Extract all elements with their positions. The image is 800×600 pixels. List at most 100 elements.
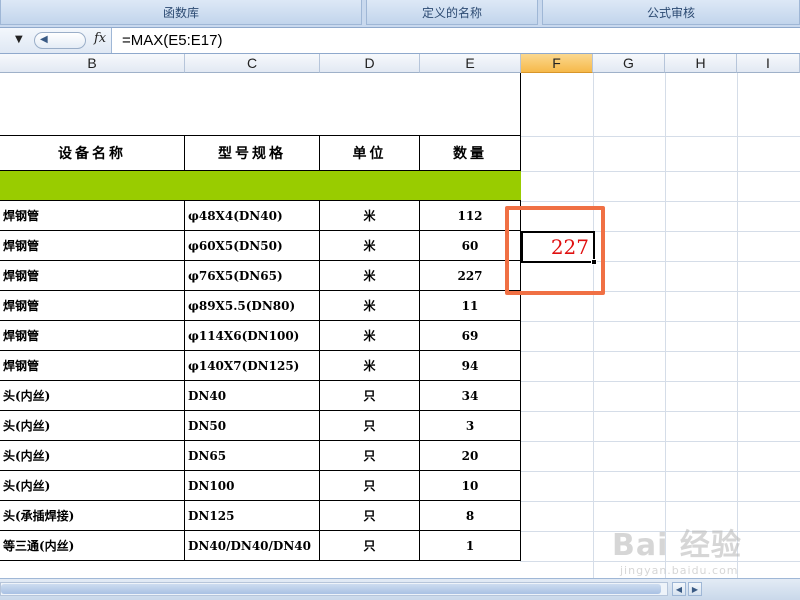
- cell-model-spec[interactable]: DN65: [185, 441, 320, 470]
- highlight-box: [505, 206, 605, 295]
- cell-equipment-name[interactable]: 焊钢管: [0, 201, 185, 230]
- cell-model-spec[interactable]: DN125: [185, 501, 320, 530]
- cell-model-spec[interactable]: DN40/DN40/DN40: [185, 531, 320, 560]
- cell-quantity[interactable]: 20: [420, 441, 521, 470]
- cell-quantity[interactable]: 11: [420, 291, 521, 320]
- gridline: [520, 321, 800, 322]
- table-row: 焊钢管 φ140X7(DN125) 米 94: [0, 351, 521, 381]
- table-row: 等三通(内丝) DN40/DN40/DN40 只 1: [0, 531, 521, 561]
- cell-quantity[interactable]: 10: [420, 471, 521, 500]
- gridline: [520, 471, 800, 472]
- cell-quantity[interactable]: 94: [420, 351, 521, 380]
- table-row: 头(内丝) DN100 只 10: [0, 471, 521, 501]
- gridline: [520, 441, 800, 442]
- cell-model-spec[interactable]: φ114X6(DN100): [185, 321, 320, 350]
- cell-quantity[interactable]: 1: [420, 531, 521, 560]
- cell-unit[interactable]: 只: [320, 381, 420, 410]
- column-header-c[interactable]: C: [185, 54, 320, 73]
- insert-function-icon[interactable]: fx: [94, 31, 106, 46]
- name-box-dropdown-icon[interactable]: ▼: [15, 34, 23, 45]
- table-row: 头(内丝) DN65 只 20: [0, 441, 521, 471]
- cell-equipment-name[interactable]: 头(内丝): [0, 381, 185, 410]
- table-row: 焊钢管 φ89X5.5(DN80) 米 11: [0, 291, 521, 321]
- gridline: [737, 73, 738, 578]
- header-model-spec[interactable]: 型号规格: [185, 136, 320, 170]
- column-header-h[interactable]: H: [665, 54, 737, 73]
- cell-quantity[interactable]: 8: [420, 501, 521, 530]
- cell-equipment-name[interactable]: 焊钢管: [0, 351, 185, 380]
- cell-quantity[interactable]: 34: [420, 381, 521, 410]
- cell-unit[interactable]: 只: [320, 471, 420, 500]
- cell-equipment-name[interactable]: 焊钢管: [0, 261, 185, 290]
- cell-model-spec[interactable]: φ140X7(DN125): [185, 351, 320, 380]
- scroll-left-icon[interactable]: ◀: [672, 582, 686, 596]
- ribbon-group-formula-auditing[interactable]: 公式审核: [542, 0, 800, 25]
- cell-unit[interactable]: 只: [320, 411, 420, 440]
- cell-equipment-name[interactable]: 焊钢管: [0, 231, 185, 260]
- ribbon-group-defined-names[interactable]: 定义的名称: [366, 0, 538, 25]
- table-row: 焊钢管 φ114X6(DN100) 米 69: [0, 321, 521, 351]
- column-header-b[interactable]: B: [0, 54, 185, 73]
- worksheet-grid[interactable]: 设备名称 型号规格 单位 数量 焊钢管 φ48X4(DN40) 米 112 焊钢管 φ60…: [0, 73, 800, 578]
- cell-equipment-name[interactable]: 焊钢管: [0, 321, 185, 350]
- formula-expand-button[interactable]: ◀: [34, 32, 86, 49]
- gridline: [520, 411, 800, 412]
- table-row: 头(内丝) DN40 只 34: [0, 381, 521, 411]
- table-row: 焊钢管 φ48X4(DN40) 米 112: [0, 201, 521, 231]
- table-header-row: 设备名称 型号规格 单位 数量: [0, 136, 521, 171]
- watermark-logo: Bai 经验: [612, 528, 742, 563]
- expand-icon: ◀: [40, 34, 48, 45]
- formula-input[interactable]: =MAX(E5:E17): [122, 32, 222, 49]
- column-header-g[interactable]: G: [593, 54, 665, 73]
- cell-unit[interactable]: 只: [320, 531, 420, 560]
- cell-model-spec[interactable]: φ48X4(DN40): [185, 201, 320, 230]
- ribbon: 函数库 定义的名称 公式审核: [0, 0, 800, 27]
- cell-model-spec[interactable]: DN40: [185, 381, 320, 410]
- cell-equipment-name[interactable]: 头(内丝): [0, 411, 185, 440]
- cell-equipment-name[interactable]: 头(承插焊接): [0, 501, 185, 530]
- cell-quantity[interactable]: 69: [420, 321, 521, 350]
- cell-unit[interactable]: 米: [320, 261, 420, 290]
- header-unit[interactable]: 单位: [320, 136, 420, 170]
- formula-bar: ▼ ◀ fx =MAX(E5:E17): [0, 27, 800, 54]
- scroll-right-icon[interactable]: ▶: [688, 582, 702, 596]
- gridline: [520, 381, 800, 382]
- header-equipment-name[interactable]: 设备名称: [0, 136, 185, 170]
- cell-unit[interactable]: 米: [320, 351, 420, 380]
- table-row: 焊钢管 φ60X5(DN50) 米 60: [0, 231, 521, 261]
- column-header-d[interactable]: D: [320, 54, 420, 73]
- cell-unit[interactable]: 米: [320, 231, 420, 260]
- watermark-url: jingyan.baidu.com: [620, 564, 739, 577]
- ribbon-group-function-library[interactable]: 函数库: [0, 0, 362, 25]
- name-box-area: ▼ ◀ fx: [0, 28, 112, 53]
- cell-model-spec[interactable]: φ89X5.5(DN80): [185, 291, 320, 320]
- gridline: [520, 501, 800, 502]
- cell-model-spec[interactable]: DN50: [185, 411, 320, 440]
- gridline: [520, 136, 800, 137]
- cell-equipment-name[interactable]: 焊钢管: [0, 291, 185, 320]
- horizontal-scroll-area: ◀ ▶: [0, 578, 800, 600]
- cell-unit[interactable]: 米: [320, 201, 420, 230]
- cell-equipment-name[interactable]: 头(内丝): [0, 471, 185, 500]
- cell-unit[interactable]: 米: [320, 291, 420, 320]
- horizontal-scrollbar[interactable]: [0, 582, 668, 596]
- column-header-f[interactable]: F: [521, 54, 593, 73]
- cell-unit[interactable]: 只: [320, 501, 420, 530]
- gridline: [593, 73, 594, 578]
- cell-unit[interactable]: 米: [320, 321, 420, 350]
- cell-equipment-name[interactable]: 等三通(内丝): [0, 531, 185, 560]
- cell-equipment-name[interactable]: 头(内丝): [0, 441, 185, 470]
- header-quantity[interactable]: 数量: [420, 136, 521, 170]
- cell-model-spec[interactable]: DN100: [185, 471, 320, 500]
- cell-unit[interactable]: 只: [320, 441, 420, 470]
- scrollbar-thumb[interactable]: [1, 584, 661, 594]
- column-header-e[interactable]: E: [420, 54, 521, 73]
- gridline: [520, 171, 800, 172]
- green-section-row[interactable]: [0, 171, 521, 201]
- column-header-i[interactable]: I: [737, 54, 800, 73]
- watermark: Bai 经验 jingyan.baidu.com: [612, 520, 742, 577]
- gridline: [665, 73, 666, 578]
- cell-quantity[interactable]: 3: [420, 411, 521, 440]
- cell-model-spec[interactable]: φ76X5(DN65): [185, 261, 320, 290]
- cell-model-spec[interactable]: φ60X5(DN50): [185, 231, 320, 260]
